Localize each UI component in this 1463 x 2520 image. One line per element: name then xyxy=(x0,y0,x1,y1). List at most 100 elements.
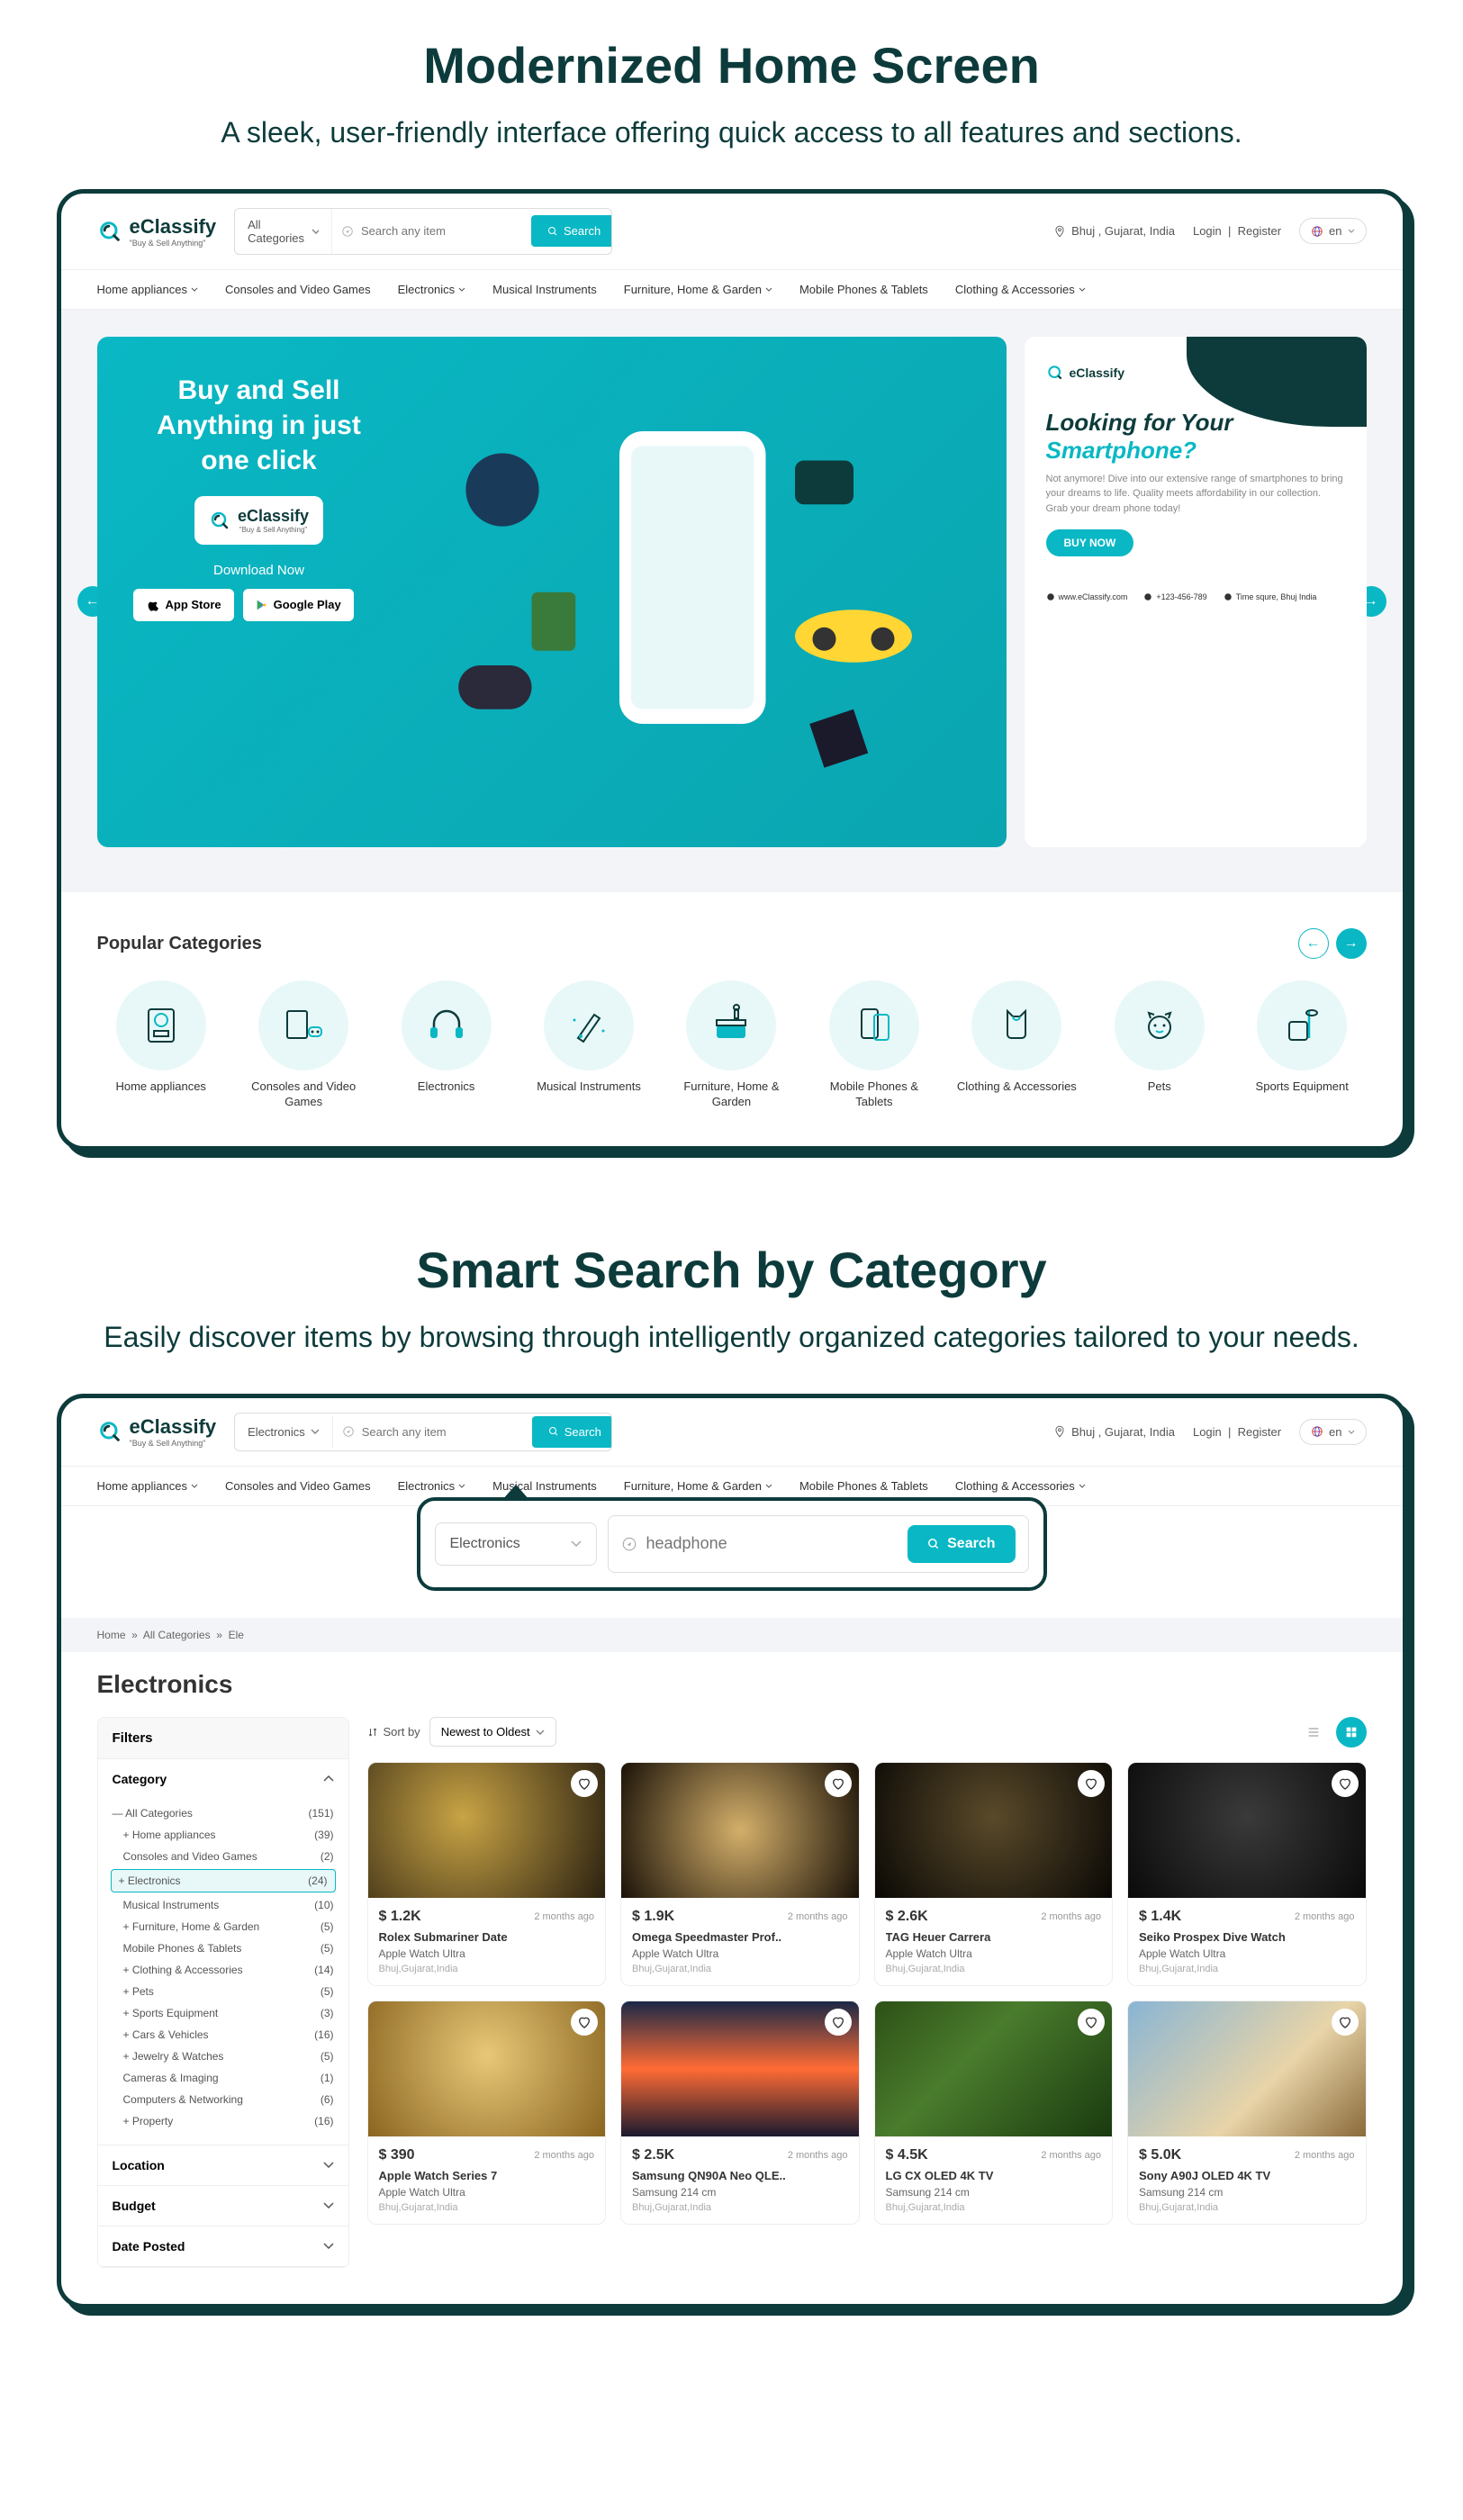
register-link[interactable]: Register xyxy=(1238,1425,1281,1439)
nav-item[interactable]: Clothing & Accessories xyxy=(955,283,1086,296)
category-item[interactable]: Clothing & Accessories xyxy=(953,980,1080,1110)
favorite-button[interactable] xyxy=(1078,1770,1105,1797)
product-title: Apple Watch Series 7 xyxy=(379,2169,595,2182)
favorite-button[interactable] xyxy=(1332,1770,1359,1797)
nav-item[interactable]: Consoles and Video Games xyxy=(225,283,371,296)
product-card[interactable]: $ 5.0K2 months agoSony A90J OLED 4K TVSa… xyxy=(1127,2001,1367,2225)
logo[interactable]: eClassify "Buy & Sell Anything" xyxy=(97,215,217,248)
category-item[interactable]: Home appliances xyxy=(97,980,225,1110)
grid-view-button[interactable] xyxy=(1336,1717,1367,1748)
category-item[interactable]: Pets xyxy=(1096,980,1224,1110)
nav-item[interactable]: Electronics xyxy=(398,1479,466,1493)
search-frame: eClassify "Buy & Sell Anything" Electron… xyxy=(57,1394,1407,2308)
logo-name: eClassify xyxy=(130,215,217,239)
favorite-button[interactable] xyxy=(825,2009,852,2036)
category-tree-item[interactable]: Computers & Networking(6) xyxy=(113,2089,334,2110)
favorite-button[interactable] xyxy=(571,1770,598,1797)
category-item[interactable]: Musical Instruments xyxy=(525,980,653,1110)
overlay-category-select[interactable]: Electronics xyxy=(435,1522,597,1566)
sort-select[interactable]: Newest to Oldest xyxy=(429,1717,556,1747)
nav-item[interactable]: Furniture, Home & Garden xyxy=(624,1479,772,1493)
categories-next-button[interactable]: → xyxy=(1336,928,1367,959)
page-heading: Electronics xyxy=(61,1652,1403,1708)
nav-item[interactable]: Musical Instruments xyxy=(492,283,597,296)
breadcrumb-home[interactable]: Home xyxy=(97,1629,126,1641)
sort-value: Newest to Oldest xyxy=(441,1725,530,1739)
product-card[interactable]: $ 1.4K2 months agoSeiko Prospex Dive Wat… xyxy=(1127,1762,1367,1986)
filter-date-head[interactable]: Date Posted xyxy=(98,2226,348,2266)
product-card[interactable]: $ 2.5K2 months agoSamsung QN90A Neo QLE.… xyxy=(620,2001,860,2225)
register-link[interactable]: Register xyxy=(1238,224,1281,238)
product-image xyxy=(368,1763,606,1898)
overlay-search-input[interactable] xyxy=(646,1534,899,1553)
overlay-search-button[interactable]: Search xyxy=(908,1525,1015,1563)
filter-category-head[interactable]: Category xyxy=(98,1759,348,1799)
pin-icon xyxy=(1053,225,1066,238)
chevron-down-icon xyxy=(323,2202,334,2208)
category-tree-item[interactable]: + Pets(5) xyxy=(113,1981,334,2002)
favorite-button[interactable] xyxy=(571,2009,598,2036)
category-select[interactable]: Electronics xyxy=(235,1416,333,1448)
breadcrumb-all[interactable]: All Categories xyxy=(143,1629,211,1641)
nav-item[interactable]: Mobile Phones & Tablets xyxy=(799,283,928,296)
search-input[interactable] xyxy=(362,1416,520,1448)
categories-prev-button[interactable]: ← xyxy=(1298,928,1329,959)
nav-item[interactable]: Clothing & Accessories xyxy=(955,1479,1086,1493)
category-tree-item[interactable]: Musical Instruments(10) xyxy=(113,1894,334,1916)
logo[interactable]: eClassify "Buy & Sell Anything" xyxy=(97,1415,217,1448)
filter-budget-head[interactable]: Budget xyxy=(98,2186,348,2226)
category-item[interactable]: Consoles and Video Games xyxy=(239,980,367,1110)
category-item[interactable]: Electronics xyxy=(382,980,510,1110)
nav-item[interactable]: Furniture, Home & Garden xyxy=(624,283,772,296)
nav-item[interactable]: Electronics xyxy=(398,283,466,296)
category-tree-item[interactable]: + Clothing & Accessories(14) xyxy=(113,1959,334,1981)
product-card[interactable]: $ 2.6K2 months agoTAG Heuer CarreraApple… xyxy=(874,1762,1114,1986)
list-view-button[interactable] xyxy=(1298,1717,1329,1748)
category-item[interactable]: Mobile Phones & Tablets xyxy=(810,980,938,1110)
category-select[interactable]: All Categories xyxy=(235,209,332,254)
favorite-button[interactable] xyxy=(1332,2009,1359,2036)
search-input[interactable] xyxy=(361,215,519,247)
location-display[interactable]: Bhuj , Gujarat, India xyxy=(1053,224,1175,238)
favorite-button[interactable] xyxy=(825,1770,852,1797)
buy-now-button[interactable]: BUY NOW xyxy=(1046,529,1134,556)
search-button[interactable]: Search xyxy=(531,215,612,247)
chevron-down-icon xyxy=(311,1429,320,1434)
category-tree-item[interactable]: Cameras & Imaging(1) xyxy=(113,2067,334,2089)
product-subtitle: Apple Watch Ultra xyxy=(379,1947,595,1960)
category-tree-item[interactable]: + Home appliances(39) xyxy=(113,1824,334,1846)
nav-item[interactable]: Consoles and Video Games xyxy=(225,1479,371,1493)
product-card[interactable]: $ 1.9K2 months agoOmega Speedmaster Prof… xyxy=(620,1762,860,1986)
category-tree-item[interactable]: + Property(16) xyxy=(113,2110,334,2132)
category-tree-item[interactable]: — All Categories(151) xyxy=(113,1802,334,1824)
category-tree-item[interactable]: + Sports Equipment(3) xyxy=(113,2002,334,2024)
hero-banner-side[interactable]: eClassify Looking for Your Smartphone? N… xyxy=(1025,337,1367,848)
login-link[interactable]: Login xyxy=(1193,1425,1222,1439)
language-selector[interactable]: en xyxy=(1299,1419,1366,1445)
searchbar: All Categories Search xyxy=(234,208,612,255)
nav-item[interactable]: Mobile Phones & Tablets xyxy=(799,1479,928,1493)
category-tree-item[interactable]: Consoles and Video Games(2) xyxy=(113,1846,334,1867)
app-store-button[interactable]: App Store xyxy=(133,589,234,621)
search-button[interactable]: Search xyxy=(532,1416,612,1448)
favorite-button[interactable] xyxy=(1078,2009,1105,2036)
product-card[interactable]: $ 3902 months agoApple Watch Series 7App… xyxy=(367,2001,607,2225)
category-item[interactable]: Sports Equipment xyxy=(1238,980,1366,1110)
language-selector[interactable]: en xyxy=(1299,218,1366,244)
category-item[interactable]: Furniture, Home & Garden xyxy=(667,980,795,1110)
nav-item[interactable]: Home appliances xyxy=(97,1479,198,1493)
product-card[interactable]: $ 1.2K2 months agoRolex Submariner DateA… xyxy=(367,1762,607,1986)
hero-banner-main[interactable]: Buy and Sell Anything in just one click … xyxy=(97,337,1007,848)
category-tree-item[interactable]: + Furniture, Home & Garden(5) xyxy=(113,1916,334,1937)
nav-item[interactable]: Home appliances xyxy=(97,283,198,296)
category-tree-item[interactable]: + Jewelry & Watches(5) xyxy=(113,2046,334,2067)
category-tree-item[interactable]: + Cars & Vehicles(16) xyxy=(113,2024,334,2046)
hero-logo-card: eClassify"Buy & Sell Anything" xyxy=(194,496,323,545)
location-display[interactable]: Bhuj , Gujarat, India xyxy=(1053,1425,1175,1439)
category-tree-item[interactable]: Mobile Phones & Tablets(5) xyxy=(113,1937,334,1959)
filter-location-head[interactable]: Location xyxy=(98,2145,348,2185)
product-card[interactable]: $ 4.5K2 months agoLG CX OLED 4K TVSamsun… xyxy=(874,2001,1114,2225)
login-link[interactable]: Login xyxy=(1193,224,1222,238)
google-play-button[interactable]: Google Play xyxy=(243,589,354,621)
category-tree-item[interactable]: + Electronics(24) xyxy=(111,1869,336,1892)
